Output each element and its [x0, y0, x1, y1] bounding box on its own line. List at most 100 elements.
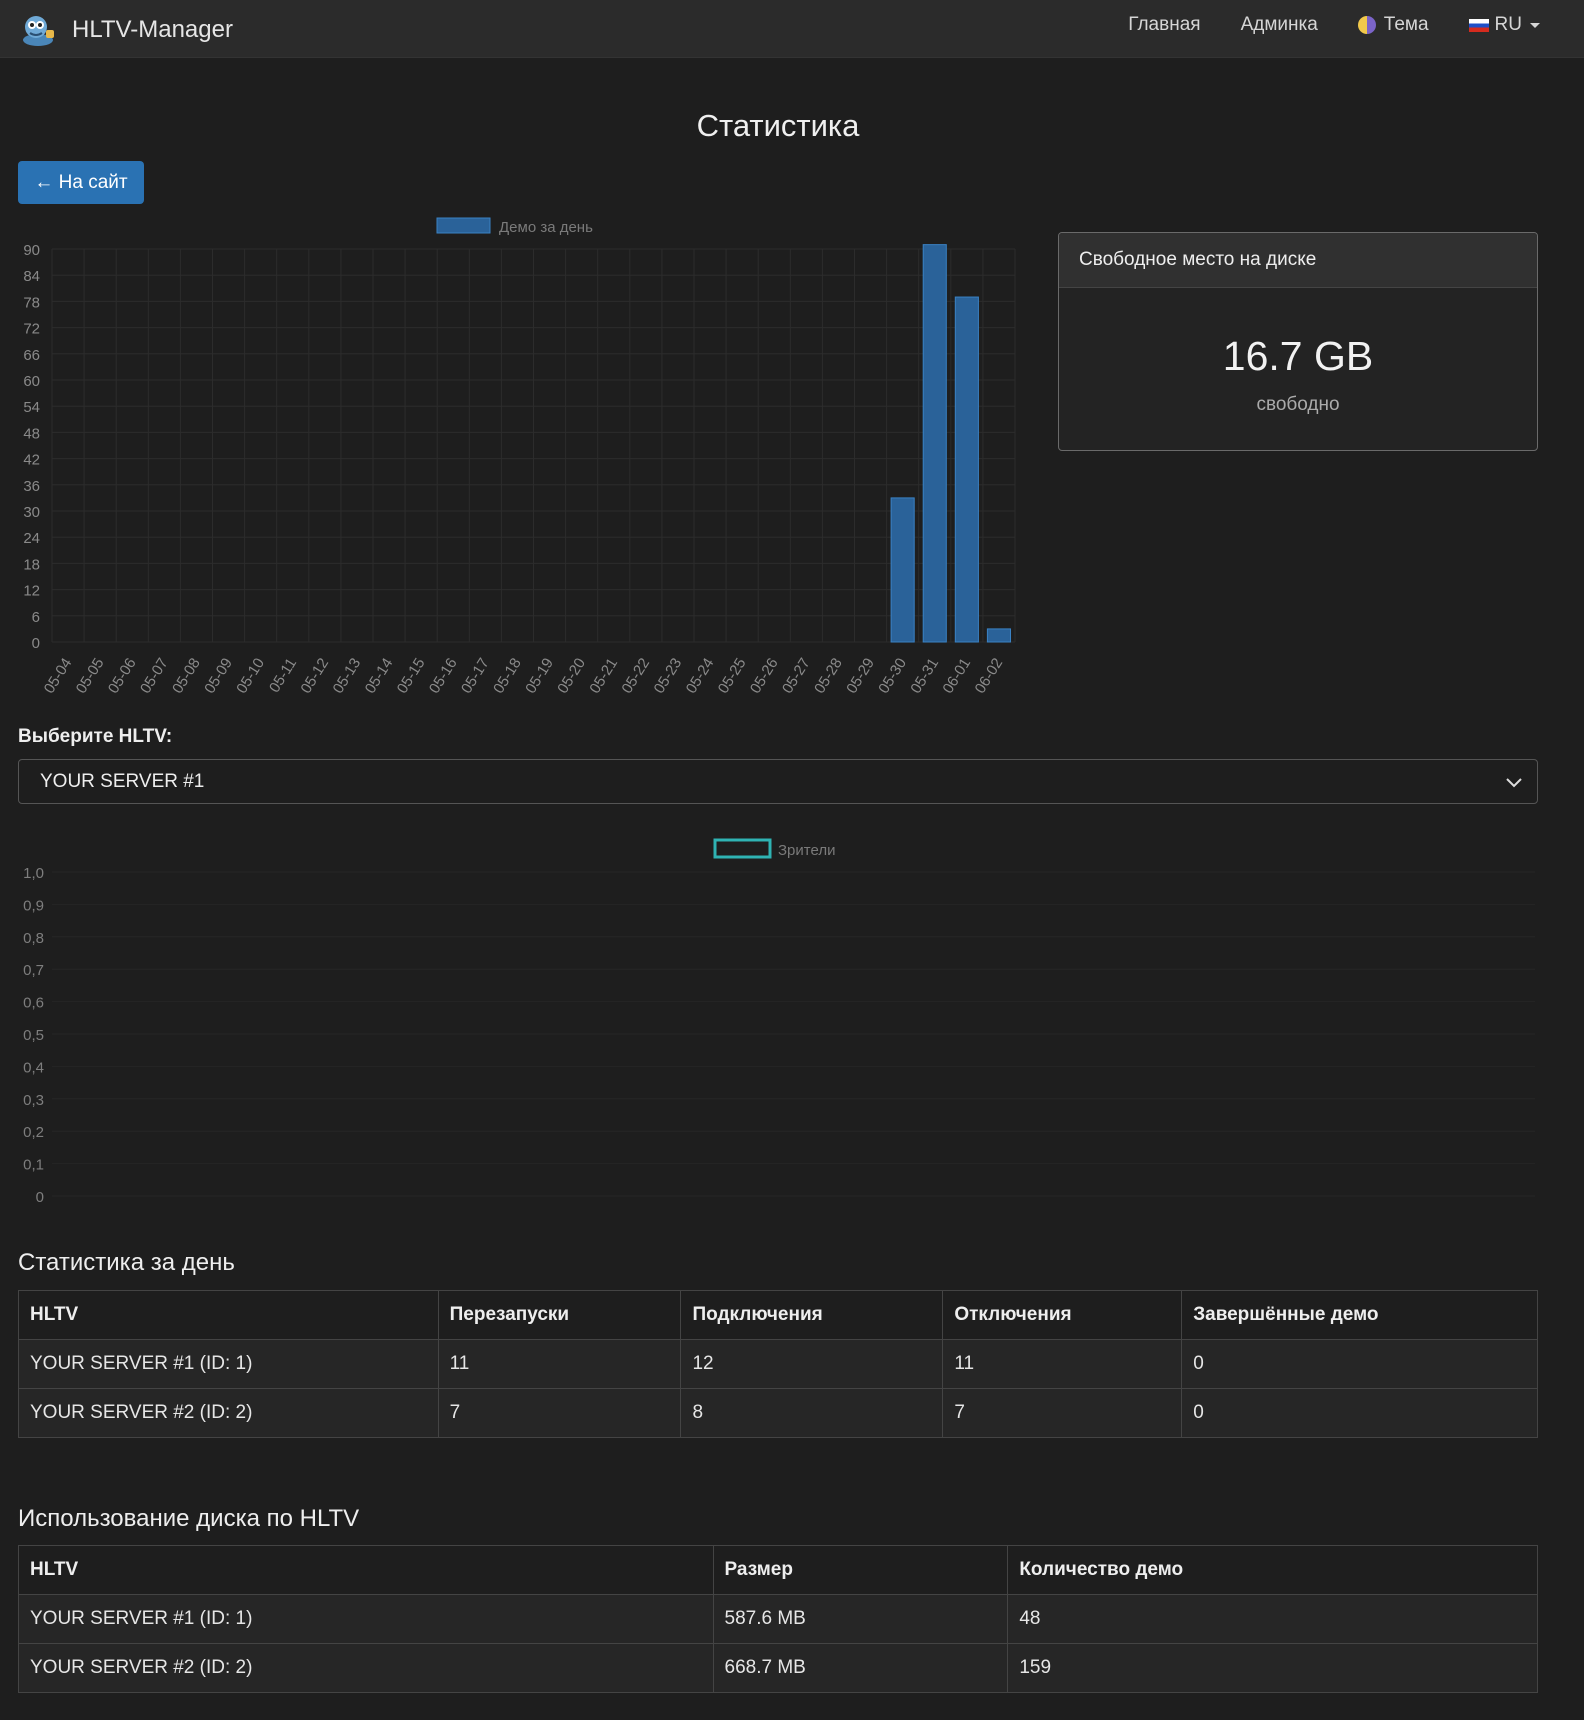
table-cell: 7: [942, 1388, 1183, 1438]
table-cell: YOUR SERVER #2 (ID: 2): [18, 1643, 714, 1693]
x-tick-label: 05-16: [426, 655, 461, 697]
y-tick-label: 72: [23, 321, 40, 338]
x-tick-label: 05-05: [73, 655, 108, 697]
table-cell: 11: [942, 1339, 1183, 1389]
table-cell: 668.7 MB: [712, 1643, 1009, 1693]
y-tick-label: 0,3: [23, 1092, 44, 1109]
x-tick-label: 05-27: [779, 655, 814, 697]
y-tick-label: 0,9: [23, 897, 44, 914]
app-title: HLTV-Manager: [72, 16, 233, 43]
y-tick-label: 0,5: [23, 1027, 44, 1044]
y-tick-label: 6: [32, 609, 40, 626]
legend-label: Демо за день: [499, 219, 593, 236]
column-header: Завершённые демо: [1181, 1290, 1538, 1340]
hltv-select-label: Выберите HLTV:: [18, 726, 173, 747]
free-disk-caption: свободно: [1256, 394, 1340, 415]
x-tick-label: 05-04: [41, 655, 76, 697]
disk-usage-title: Использование диска по HLTV: [18, 1505, 360, 1532]
x-tick-label: 05-11: [266, 655, 300, 696]
legend-label: Зрители: [778, 842, 835, 859]
daily-stats-title: Статистика за день: [18, 1249, 235, 1276]
y-tick-label: 66: [23, 347, 40, 364]
x-tick-label: 05-29: [843, 655, 878, 697]
x-tick-label: 05-26: [747, 655, 782, 697]
hltv-select-value: YOUR SERVER #1: [40, 771, 205, 792]
x-tick-label: 05-24: [683, 655, 718, 697]
table-cell: 0: [1181, 1388, 1538, 1438]
bar: [986, 628, 1012, 643]
x-tick-label: 05-22: [618, 655, 653, 697]
x-tick-label: 05-19: [522, 655, 557, 697]
free-disk-value: 16.7 GB: [1222, 333, 1374, 379]
ru-flag-icon: [1468, 18, 1489, 32]
x-tick-label: 05-28: [811, 655, 846, 697]
y-tick-label: 48: [23, 425, 40, 442]
x-tick-label: 05-30: [875, 655, 910, 697]
x-tick-label: 05-23: [651, 655, 686, 697]
x-tick-label: 06-02: [972, 655, 1007, 697]
table-cell: 0: [1181, 1339, 1538, 1389]
table-cell: 8: [680, 1388, 944, 1438]
legend-swatch: [713, 838, 772, 859]
theme-toggle[interactable]: Тема: [1357, 14, 1429, 36]
y-tick-label: 18: [23, 556, 40, 573]
y-tick-label: 0: [36, 1189, 44, 1206]
viewers-chart: 0 0,1 0,2 0,3 0,4 0,5 0,6 0,7 0,8 0,9 1,0 Зрители: [23, 838, 1535, 1206]
y-tick-label: 42: [23, 452, 40, 469]
daily-stats-table: HLTV Перезапуски Подключения Отключения …: [18, 1290, 1538, 1438]
x-tick-label: 05-14: [362, 655, 397, 697]
column-header: Отключения: [942, 1290, 1183, 1340]
caret-down-icon: [1530, 22, 1540, 28]
bar: [922, 244, 947, 643]
x-tick-label: 05-18: [490, 655, 525, 697]
bar: [890, 497, 915, 643]
back-to-site-button[interactable]: ← На сайт: [18, 161, 144, 204]
column-header: Количество демо: [1007, 1545, 1538, 1595]
x-tick-label: 05-08: [169, 655, 204, 697]
y-tick-label: 0,1: [23, 1157, 44, 1174]
x-tick-label: 05-15: [394, 655, 429, 697]
x-tick-label: 05-31: [907, 655, 942, 697]
y-tick-label: 0,2: [23, 1124, 44, 1141]
nav-admin[interactable]: Админка: [1241, 14, 1318, 36]
x-tick-label: 05-21: [586, 655, 621, 697]
x-tick-label: 05-06: [105, 655, 140, 697]
y-tick-label: 84: [23, 268, 40, 285]
theme-label: Тема: [1383, 14, 1429, 35]
x-tick-label: 05-13: [330, 655, 365, 697]
y-tick-label: 0,8: [23, 930, 44, 947]
table-cell: 48: [1007, 1594, 1538, 1644]
x-tick-label: 05-20: [554, 655, 589, 697]
bar: [954, 296, 979, 643]
brand-link[interactable]: HLTV-Manager: [18, 10, 233, 50]
x-tick-label: 05-17: [458, 655, 493, 697]
y-tick-label: 0: [32, 635, 40, 652]
y-tick-label: 0,7: [23, 962, 44, 979]
nav-home[interactable]: Главная: [1128, 14, 1200, 36]
language-dropdown[interactable]: RU: [1468, 14, 1540, 36]
free-disk-card: Свободное место на диске 16.7 GB свободн…: [1058, 232, 1538, 451]
y-tick-label: 30: [23, 504, 40, 521]
table-cell: 587.6 MB: [712, 1594, 1009, 1644]
y-tick-label: 54: [23, 399, 40, 416]
x-tick-label: 05-12: [297, 655, 332, 697]
chevron-down-icon: [1506, 778, 1522, 788]
navbar: HLTV-Manager Главная Админка Тема RU: [0, 0, 1584, 58]
demo-per-day-chart: 0 6 12 18 24 30 36 42 48 54 60 66 72 78 84 90 05-0405-05…: [23, 217, 1016, 697]
table-header-row: HLTV Размер Количество демо: [18, 1545, 1538, 1595]
theme-icon: [1357, 16, 1376, 34]
legend-swatch: [436, 217, 491, 234]
table-cell: 159: [1007, 1643, 1538, 1693]
hltv-select[interactable]: YOUR SERVER #1: [18, 759, 1538, 804]
column-header: HLTV: [18, 1545, 714, 1595]
y-tick-label: 90: [23, 242, 40, 259]
y-tick-label: 24: [23, 530, 40, 547]
y-tick-label: 60: [23, 373, 40, 390]
table-row: YOUR SERVER #2 (ID: 2) 668.7 MB 159: [18, 1643, 1538, 1693]
column-header: Размер: [712, 1545, 1009, 1595]
table-cell: YOUR SERVER #2 (ID: 2): [18, 1388, 439, 1438]
table-row: YOUR SERVER #1 (ID: 1) 587.6 MB 48: [18, 1594, 1538, 1644]
table-cell: YOUR SERVER #1 (ID: 1): [18, 1594, 714, 1644]
table-cell: YOUR SERVER #1 (ID: 1): [18, 1339, 439, 1389]
table-cell: 11: [437, 1339, 682, 1389]
